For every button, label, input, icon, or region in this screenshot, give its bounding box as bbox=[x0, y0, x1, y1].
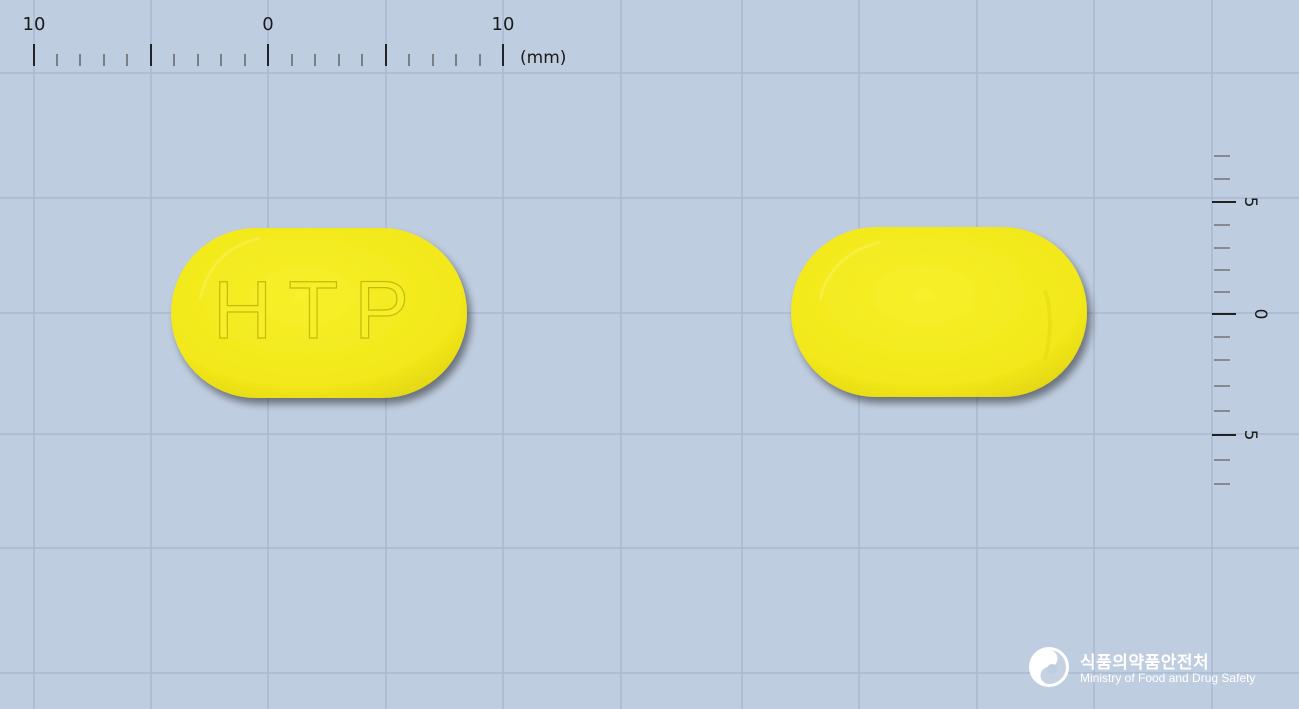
top-ruler-ticks bbox=[33, 44, 504, 66]
right-ruler: 5 0 5 bbox=[1212, 155, 1270, 485]
mfds-logo: 식품의약품안전처 Ministry of Food and Drug Safet… bbox=[1028, 646, 1278, 692]
right-ruler-label-bottom: 5 bbox=[1240, 430, 1260, 441]
right-ruler-label-center: 0 bbox=[1250, 309, 1270, 320]
pill-front: HTP bbox=[171, 228, 467, 398]
top-ruler: 10 0 10 (mm) bbox=[23, 14, 567, 68]
photo-scene: 10 0 10 (mm) 5 0 5 HTP bbox=[0, 0, 1299, 709]
top-ruler-unit: (mm) bbox=[520, 48, 566, 68]
right-ruler-label-top: 5 bbox=[1240, 197, 1260, 208]
top-ruler-label-left: 10 bbox=[23, 14, 46, 35]
top-ruler-label-right: 10 bbox=[492, 14, 515, 35]
logo-name-english: Ministry of Food and Drug Safety bbox=[1080, 671, 1256, 685]
mfds-emblem-icon bbox=[1029, 647, 1069, 687]
top-ruler-label-center: 0 bbox=[262, 14, 273, 35]
logo-name-korean: 식품의약품안전처 bbox=[1080, 653, 1210, 673]
pill-back bbox=[791, 227, 1087, 397]
right-ruler-ticks bbox=[1212, 155, 1236, 485]
pill-imprint: HTP bbox=[213, 265, 425, 356]
